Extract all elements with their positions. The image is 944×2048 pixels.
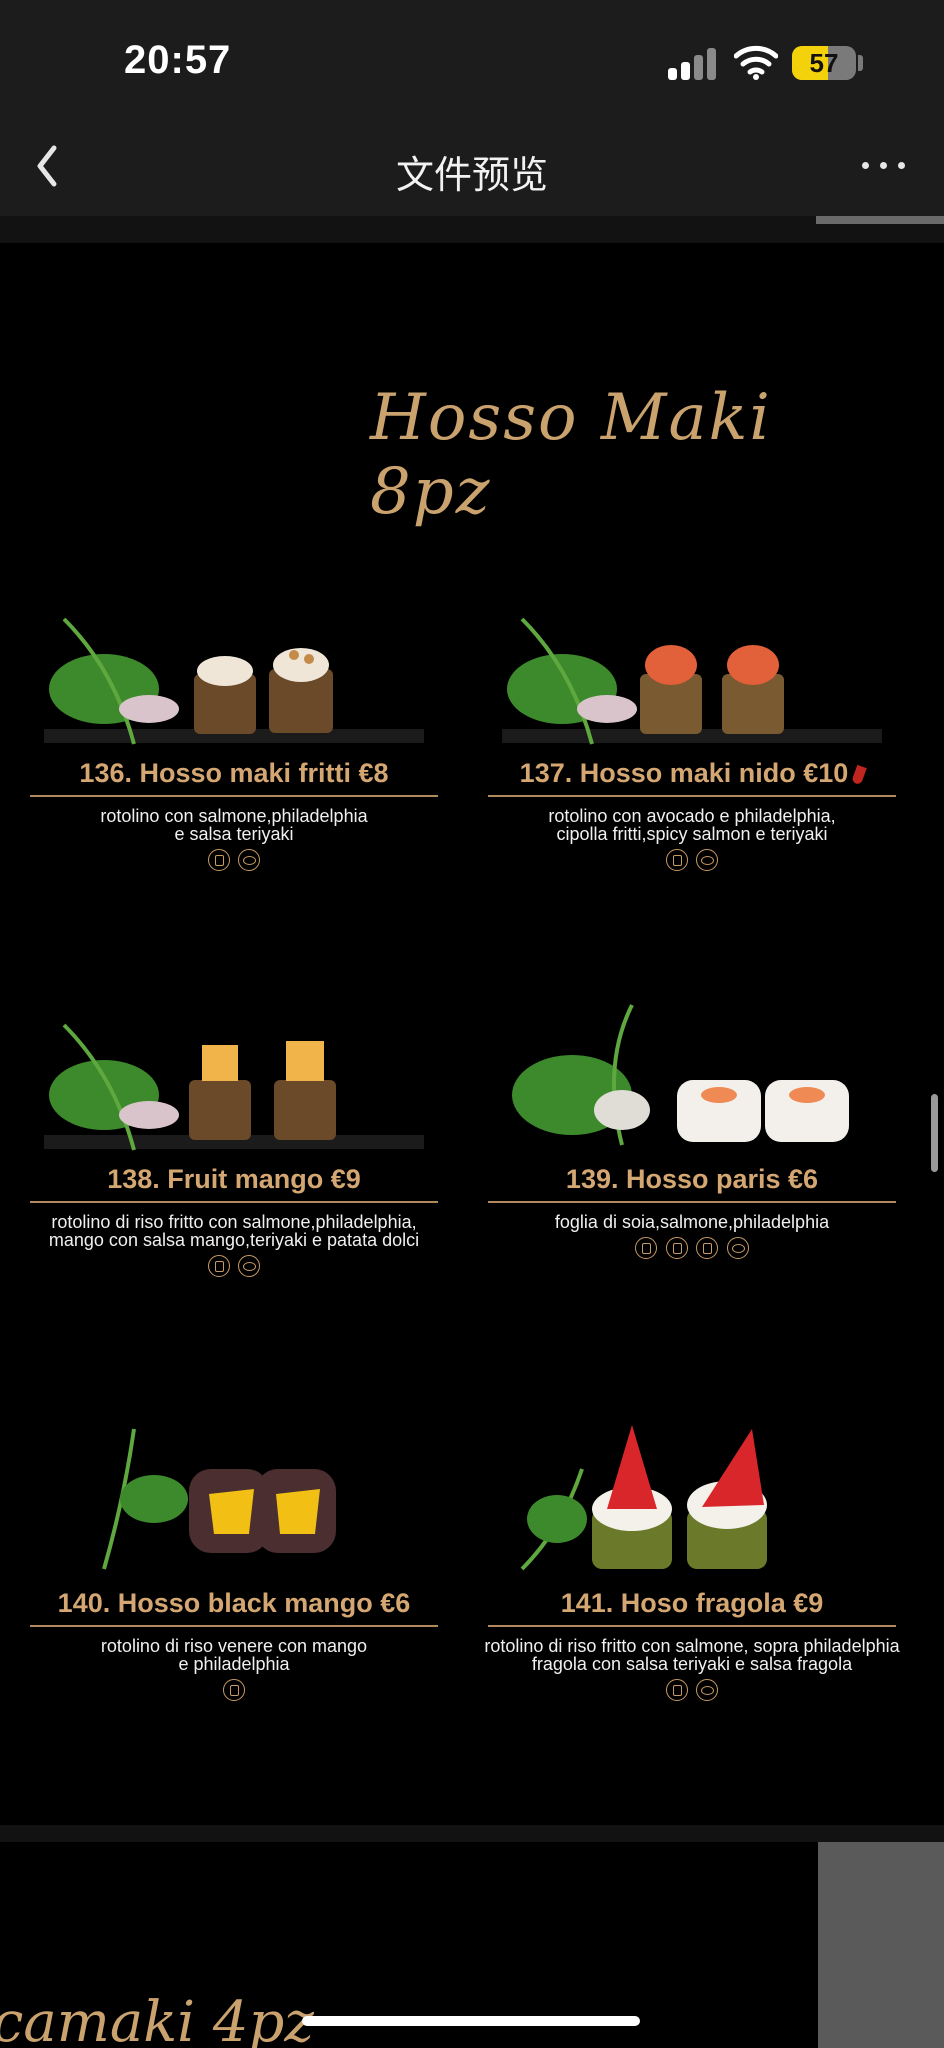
document-page: Hosso Maki 8pz 136. Hosso maki fritti €8…	[0, 243, 944, 1825]
allergen-icons	[482, 849, 902, 871]
fish-icon	[238, 1255, 261, 1277]
allergen-icons	[482, 1679, 902, 1701]
soy-icon	[635, 1237, 658, 1259]
item-description: rotolino di riso fritto con salmone, sop…	[484, 1636, 900, 1674]
allergen-icons	[482, 1237, 902, 1259]
gluten-icon	[665, 1237, 688, 1259]
item-title: 140. Hosso black mango €6	[30, 1588, 438, 1627]
dish-photo	[44, 1023, 424, 1151]
home-indicator[interactable]	[302, 2016, 640, 2026]
gluten-icon	[207, 849, 230, 871]
menu-item: 136. Hosso maki fritti €8 rotolino con s…	[24, 579, 444, 871]
item-title-text: 137. Hosso maki nido €10	[519, 758, 849, 788]
battery-icon: 57	[792, 46, 856, 80]
item-title: 141. Hoso fragola €9	[488, 1588, 896, 1627]
gluten-icon	[223, 1679, 245, 1701]
menu-item: 139. Hosso paris €6 foglia di soia,salmo…	[482, 985, 902, 1259]
item-description: foglia di soia,salmone,philadelphia	[554, 1212, 830, 1232]
item-title: 139. Hosso paris €6	[488, 1164, 896, 1203]
cellular-signal-icon	[668, 46, 720, 80]
fish-icon	[696, 1679, 719, 1701]
item-description: rotolino di riso venere con mango e phil…	[100, 1636, 368, 1674]
item-description: rotolino con avocado e philadelphia, cip…	[548, 806, 836, 844]
item-title: 136. Hosso maki fritti €8	[30, 758, 438, 797]
page-scroll-indicator	[816, 216, 944, 224]
item-description: rotolino di riso fritto con salmone,phil…	[48, 1212, 420, 1250]
menu-item: 137. Hosso maki nido €10 rotolino con av…	[482, 579, 902, 871]
vertical-scrollbar[interactable]	[931, 1094, 938, 1172]
chili-pepper-icon	[851, 764, 868, 786]
fish-icon	[696, 849, 719, 871]
battery-level: 57	[809, 48, 839, 78]
crustacean-icon	[696, 1237, 719, 1259]
dish-photo	[502, 617, 882, 745]
status-bar: 20:57 57	[0, 0, 944, 120]
dish-photo	[44, 617, 424, 745]
page-title: 文件预览	[395, 155, 548, 197]
allergen-icons	[24, 1679, 444, 1701]
dish-photo	[512, 1004, 849, 1146]
nav-bar: 文件预览	[0, 120, 944, 216]
menu-item: 138. Fruit mango €9 rotolino di riso fri…	[24, 985, 444, 1277]
gluten-icon	[207, 1255, 230, 1277]
gluten-icon	[665, 849, 688, 871]
wifi-icon	[734, 45, 778, 80]
more-options-icon[interactable]	[856, 142, 916, 190]
fish-icon	[726, 1237, 749, 1259]
gluten-icon	[665, 1679, 688, 1701]
dish-photo	[102, 1428, 336, 1570]
item-title: 138. Fruit mango €9	[30, 1164, 438, 1203]
item-description: rotolino con salmone,philadelphia e sals…	[100, 806, 368, 844]
section-title: Hosso Maki 8pz	[370, 381, 772, 529]
menu-item: 140. Hosso black mango €6 rotolino di ri…	[24, 1409, 444, 1701]
dish-photo	[520, 1425, 767, 1571]
allergen-icons	[24, 849, 444, 871]
status-time: 20:57	[124, 38, 232, 82]
allergen-icons	[24, 1255, 444, 1277]
fish-icon	[238, 849, 261, 871]
item-title: 137. Hosso maki nido €10	[488, 758, 896, 797]
menu-item: 141. Hoso fragola €9 rotolino di riso fr…	[482, 1409, 902, 1701]
next-section-title: camaki 4pz	[0, 1990, 314, 2048]
